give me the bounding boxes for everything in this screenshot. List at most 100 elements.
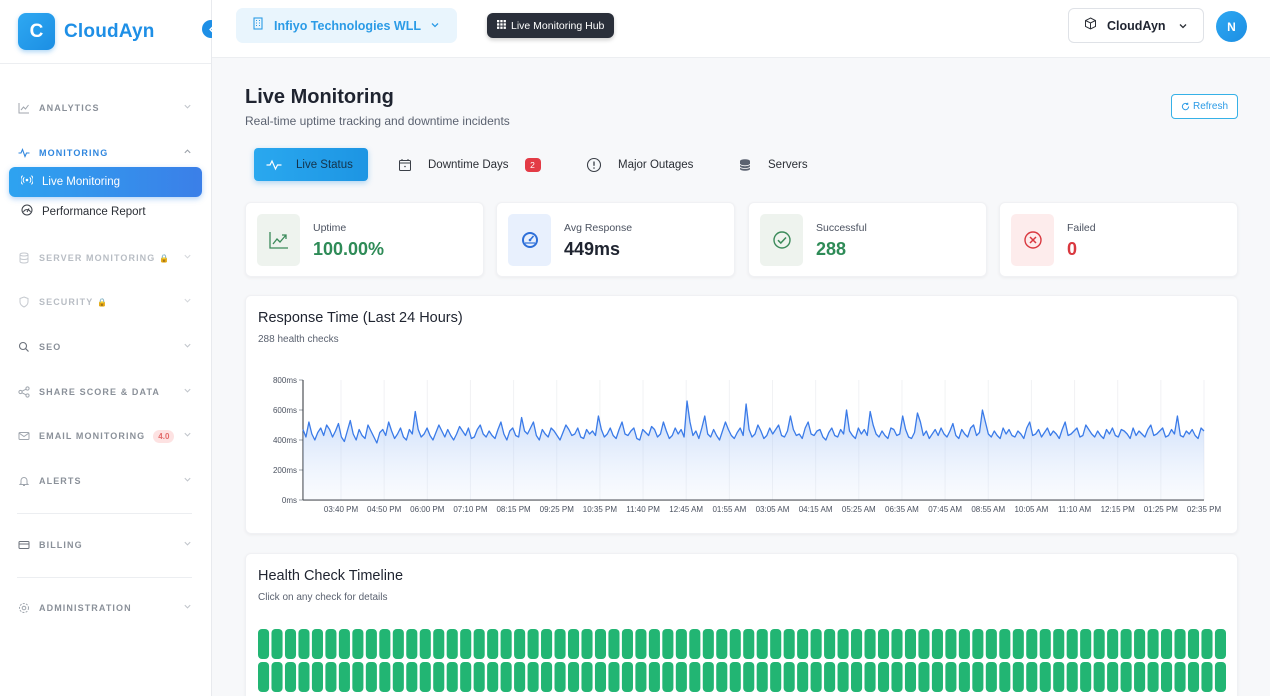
health-check-cell[interactable]: [810, 662, 822, 692]
health-check-cell[interactable]: [325, 629, 337, 659]
health-check-cell[interactable]: [1214, 629, 1226, 659]
health-check-cell[interactable]: [1147, 662, 1159, 692]
health-check-cell[interactable]: [271, 629, 283, 659]
health-check-cell[interactable]: [419, 629, 431, 659]
health-check-cell[interactable]: [783, 662, 795, 692]
health-check-cell[interactable]: [972, 662, 984, 692]
health-check-cell[interactable]: [675, 662, 687, 692]
sidebar-item-live-monitoring[interactable]: Live Monitoring: [9, 167, 202, 197]
health-check-cell[interactable]: [958, 629, 970, 659]
health-check-cell[interactable]: [1174, 662, 1186, 692]
health-check-cell[interactable]: [487, 662, 499, 692]
nav-section-seo[interactable]: SEO: [0, 337, 212, 357]
health-check-cell[interactable]: [1039, 629, 1051, 659]
health-check-cell[interactable]: [810, 629, 822, 659]
health-check-cell[interactable]: [1066, 662, 1078, 692]
health-check-cell[interactable]: [729, 662, 741, 692]
health-check-cell[interactable]: [891, 662, 903, 692]
nav-section-monitoring[interactable]: MONITORING: [0, 143, 212, 163]
health-check-cell[interactable]: [1093, 662, 1105, 692]
nav-section-server-monitoring[interactable]: SERVER MONITORING 🔒: [0, 248, 212, 268]
health-check-cell[interactable]: [864, 629, 876, 659]
brand[interactable]: C CloudAyn: [0, 0, 220, 64]
nav-section-security[interactable]: SECURITY 🔒: [0, 292, 212, 312]
health-check-cell[interactable]: [567, 662, 580, 692]
response-time-chart[interactable]: 0ms 200ms 400ms 600ms 800ms 03:40 PM 04:50 PM 0…: [246, 296, 1239, 535]
health-check-cell[interactable]: [1026, 629, 1038, 659]
account-select[interactable]: CloudAyn: [1068, 8, 1204, 43]
health-check-cell[interactable]: [581, 662, 593, 692]
health-check-cell[interactable]: [918, 629, 930, 659]
health-check-cell[interactable]: [1134, 629, 1146, 659]
health-check-cell[interactable]: [514, 662, 526, 692]
health-check-cell[interactable]: [500, 629, 512, 659]
health-check-cell[interactable]: [1161, 629, 1173, 659]
health-check-cell[interactable]: [1120, 662, 1132, 692]
health-check-cell[interactable]: [527, 662, 539, 692]
health-check-cell[interactable]: [541, 629, 553, 659]
health-check-cell[interactable]: [851, 662, 863, 692]
health-check-cell[interactable]: [770, 629, 782, 659]
health-check-cell[interactable]: [514, 629, 526, 659]
nav-section-alerts[interactable]: ALERTS: [0, 471, 212, 491]
health-check-cell[interactable]: [918, 662, 930, 692]
health-check-cell[interactable]: [824, 629, 836, 659]
health-check-cell[interactable]: [716, 629, 728, 659]
health-check-cell[interactable]: [1080, 629, 1092, 659]
health-check-cell[interactable]: [756, 629, 768, 659]
health-check-cell[interactable]: [743, 629, 755, 659]
health-check-cell[interactable]: [716, 662, 728, 692]
health-check-cell[interactable]: [985, 629, 997, 659]
health-check-cell[interactable]: [554, 629, 566, 659]
health-check-cell[interactable]: [635, 662, 647, 692]
health-check-cell[interactable]: [891, 629, 903, 659]
health-check-cell[interactable]: [567, 629, 580, 659]
health-check-cell[interactable]: [392, 662, 404, 692]
health-check-cell[interactable]: [473, 662, 485, 692]
health-check-cell[interactable]: [824, 662, 836, 692]
health-check-cell[interactable]: [298, 662, 310, 692]
health-check-cell[interactable]: [473, 629, 485, 659]
health-check-cell[interactable]: [419, 662, 431, 692]
health-check-cell[interactable]: [1026, 662, 1038, 692]
health-check-cell[interactable]: [554, 662, 566, 692]
health-check-cell[interactable]: [1201, 662, 1213, 692]
health-check-cell[interactable]: [1039, 662, 1051, 692]
health-check-cell[interactable]: [446, 629, 458, 659]
health-check-cell[interactable]: [702, 629, 714, 659]
health-check-cell[interactable]: [662, 629, 674, 659]
sidebar-item-performance-report[interactable]: Performance Report: [9, 197, 202, 227]
health-check-cell[interactable]: [1134, 662, 1146, 692]
health-check-cell[interactable]: [1187, 662, 1200, 692]
health-check-cell[interactable]: [770, 662, 782, 692]
health-check-cell[interactable]: [258, 629, 270, 659]
health-check-cell[interactable]: [689, 662, 701, 692]
health-check-cell[interactable]: [1012, 629, 1024, 659]
health-check-cell[interactable]: [1107, 629, 1119, 659]
health-check-cell[interactable]: [756, 662, 768, 692]
health-check-cell[interactable]: [621, 662, 633, 692]
nav-section-analytics[interactable]: ANALYTICS: [0, 98, 212, 118]
health-check-cell[interactable]: [541, 662, 553, 692]
health-check-cell[interactable]: [1012, 662, 1024, 692]
health-check-cell[interactable]: [433, 662, 445, 692]
health-check-cell[interactable]: [931, 662, 943, 692]
health-check-cell[interactable]: [945, 629, 957, 659]
health-check-cell[interactable]: [338, 629, 350, 659]
nav-section-administration[interactable]: ADMINISTRATION: [0, 598, 212, 618]
organization-select[interactable]: Infiyo Technologies WLL: [236, 8, 457, 43]
health-check-cell[interactable]: [460, 662, 472, 692]
health-check-cell[interactable]: [904, 629, 917, 659]
health-check-cell[interactable]: [365, 662, 377, 692]
user-avatar[interactable]: N: [1216, 11, 1247, 42]
live-monitoring-hub-badge[interactable]: Live Monitoring Hub: [487, 13, 615, 38]
health-check-cell[interactable]: [931, 629, 943, 659]
health-check-cell[interactable]: [352, 662, 364, 692]
health-check-cell[interactable]: [581, 629, 593, 659]
health-check-cell[interactable]: [1080, 662, 1092, 692]
health-check-cell[interactable]: [985, 662, 997, 692]
health-check-cell[interactable]: [406, 629, 418, 659]
health-check-cell[interactable]: [635, 629, 647, 659]
health-check-cell[interactable]: [1214, 662, 1226, 692]
health-check-cell[interactable]: [877, 662, 890, 692]
